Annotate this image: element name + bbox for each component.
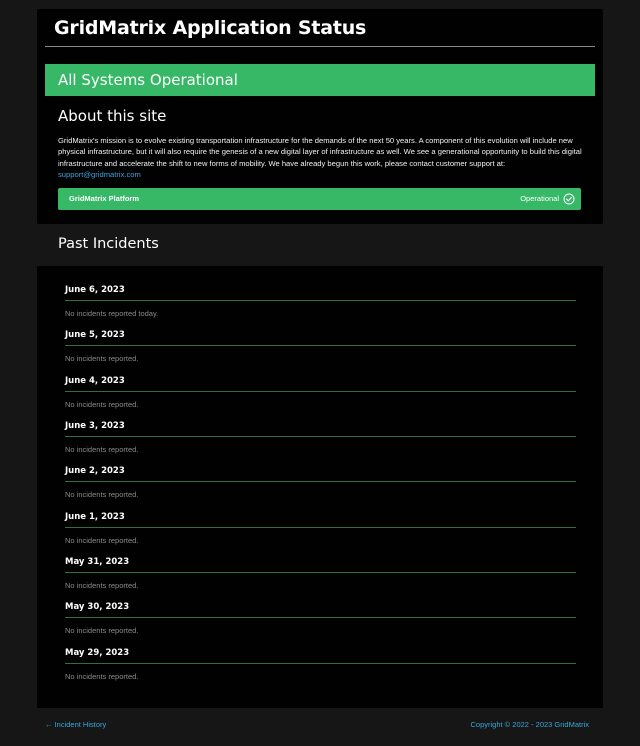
incident-date: May 31, 2023 (65, 557, 130, 567)
status-banner-text: All Systems Operational (58, 71, 238, 89)
past-incidents-heading: Past Incidents (58, 236, 159, 252)
incident-history-link[interactable]: ← Incident History (45, 719, 106, 730)
incident-divider (65, 345, 576, 346)
incident-date: May 29, 2023 (65, 648, 130, 658)
incident-divider (65, 617, 576, 618)
incident-divider (65, 300, 576, 301)
incident-date: June 3, 2023 (65, 421, 125, 431)
incident-note: No incidents reported. (65, 672, 139, 681)
component-name: GridMatrix Platform (69, 194, 140, 203)
header-panel: GridMatrix Application Status All System… (37, 9, 603, 224)
incident-date: May 30, 2023 (65, 602, 130, 612)
check-circle-icon (563, 193, 575, 205)
page-title: GridMatrix Application Status (54, 17, 367, 39)
incident-divider (65, 436, 576, 437)
incident-note: No incidents reported. (65, 536, 139, 545)
title-divider (45, 46, 595, 47)
about-heading: About this site (58, 107, 167, 125)
status-page: GridMatrix Application Status All System… (0, 0, 640, 746)
incident-note: No incidents reported. (65, 490, 139, 499)
incident-date: June 6, 2023 (65, 285, 125, 295)
about-text: GridMatrix's mission is to evolve existi… (58, 136, 582, 168)
incident-note: No incidents reported. (65, 354, 139, 363)
incident-divider (65, 481, 576, 482)
incident-divider (65, 572, 576, 573)
incident-note: No incidents reported today. (65, 309, 159, 318)
incident-note: No incidents reported. (65, 626, 139, 635)
incident-note: No incidents reported. (65, 581, 139, 590)
incident-date: June 5, 2023 (65, 330, 125, 340)
about-description: GridMatrix's mission is to evolve existi… (58, 135, 583, 181)
incident-divider (65, 663, 576, 664)
incident-note: No incidents reported. (65, 400, 139, 409)
component-status: Operational (520, 194, 559, 203)
component-gridmatrix-platform: GridMatrix Platform Operational (58, 188, 581, 210)
incident-date: June 2, 2023 (65, 466, 125, 476)
copyright-text: Copyright © 2022 - 2023 GridMatrix (470, 720, 590, 729)
incident-divider (65, 527, 576, 528)
incident-date: June 1, 2023 (65, 512, 125, 522)
incident-date: June 4, 2023 (65, 376, 125, 386)
incident-divider (65, 391, 576, 392)
incidents-panel: June 6, 2023 No incidents reported today… (37, 266, 603, 708)
status-banner: All Systems Operational (45, 64, 595, 96)
incident-note: No incidents reported. (65, 445, 139, 454)
support-email-link[interactable]: support@gridmatrix.com (58, 170, 141, 179)
